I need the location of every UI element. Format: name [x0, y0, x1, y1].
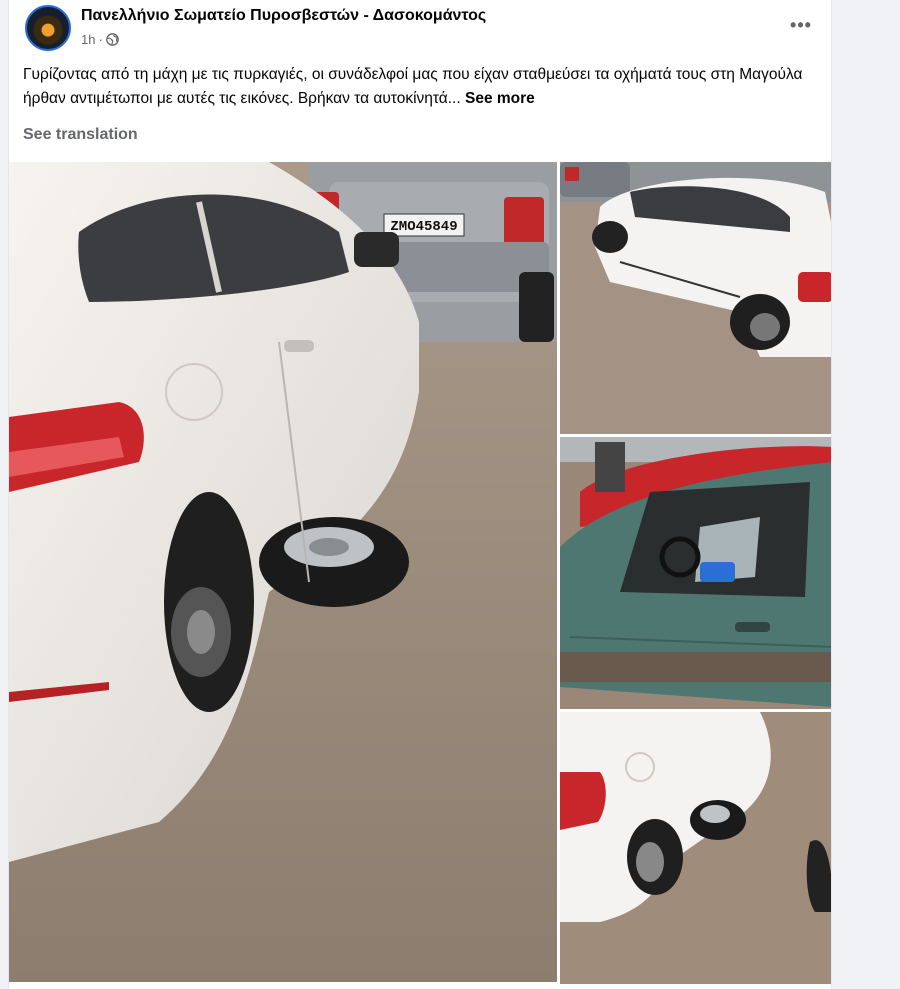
post-photo-2[interactable]: [560, 162, 831, 434]
caption-text: Γυρίζοντας από τη μάχη με τις πυρκαγιές,…: [23, 66, 803, 107]
page-avatar[interactable]: [25, 5, 71, 51]
post-photo-1[interactable]: ZMO45849: [9, 162, 557, 982]
photo-3-image: [560, 437, 831, 709]
post-meta: 1h ·: [81, 30, 119, 48]
page-name-link[interactable]: Πανελλήνιο Σωματείο Πυροσβεστών - Δασοκο…: [81, 7, 486, 25]
post-caption: Γυρίζοντας από τη μάχη με τις πυρκαγιές,…: [23, 63, 821, 111]
post-photo-3[interactable]: [560, 437, 831, 709]
more-options-icon[interactable]: •••: [785, 12, 817, 38]
post-header: Πανελλήνιο Σωματείο Πυροσβεστών - Δασοκο…: [9, 0, 831, 56]
post-timestamp[interactable]: 1h: [81, 32, 95, 47]
see-translation-link[interactable]: See translation: [23, 126, 138, 144]
license-plate: ZMO45849: [390, 219, 457, 235]
photo-4-image: [560, 712, 831, 984]
photo-2-image: [560, 162, 831, 434]
facebook-post-card: Πανελλήνιο Σωματείο Πυροσβεστών - Δασοκο…: [8, 0, 832, 989]
photo-1-image: ZMO45849: [9, 162, 557, 982]
see-more-link[interactable]: See more: [465, 90, 535, 107]
post-photo-4[interactable]: [560, 712, 831, 984]
globe-icon: [105, 32, 119, 46]
meta-separator: ·: [98, 31, 103, 47]
